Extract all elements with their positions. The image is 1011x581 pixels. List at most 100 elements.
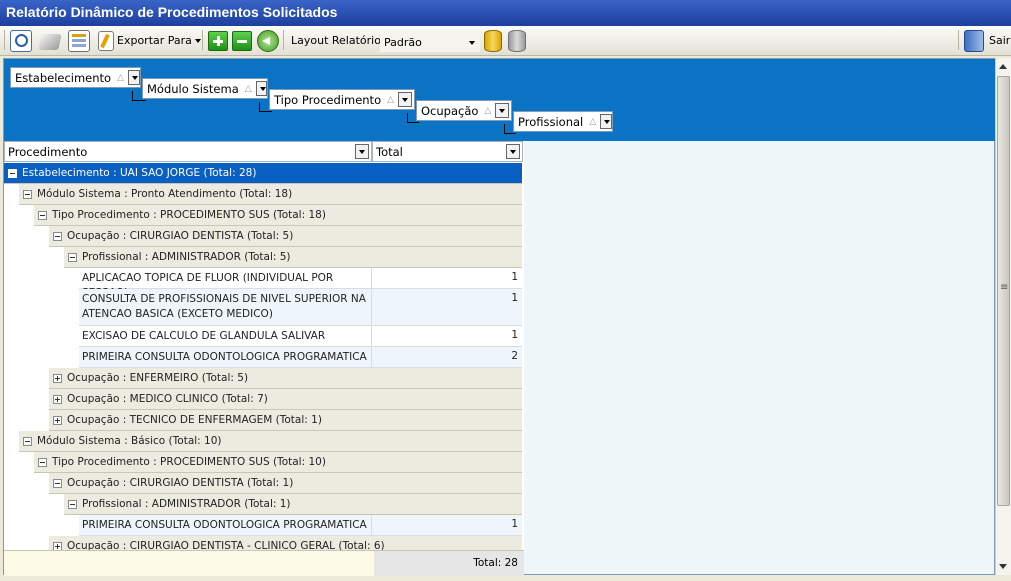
group-row[interactable]: Estabelecimento : UAI SAO JORGE (Total: …	[4, 163, 522, 184]
grand-total: Total: 28	[374, 551, 524, 576]
expand-all-button[interactable]	[208, 29, 228, 52]
expand-icon[interactable]	[53, 373, 62, 383]
group-row[interactable]: Tipo Procedimento : PROCEDIMENTO SUS (To…	[34, 452, 522, 473]
toolbar-separator	[958, 30, 959, 50]
clear-button[interactable]	[38, 29, 62, 52]
collapse-icon[interactable]	[53, 478, 62, 488]
group-row-label: Profissional : ADMINISTRADOR (Total: 5)	[82, 251, 291, 263]
group-chip-ocupacao[interactable]: Ocupação △	[416, 100, 512, 121]
layout-select-value: Padrão	[384, 36, 422, 49]
sort-asc-icon[interactable]: △	[387, 95, 394, 105]
chevron-down-icon	[194, 38, 201, 43]
group-row[interactable]: Ocupação : TECNICO DE ENFERMAGEM (Total:…	[49, 410, 522, 431]
dropdown-button[interactable]	[398, 92, 413, 107]
data-grid: Procedimento Total Estabelecimento : UAI…	[4, 141, 524, 576]
table-row[interactable]: EXCISAO DE CALCULO DE GLANDULA SALIVAR 1	[79, 326, 522, 347]
sort-asc-icon[interactable]: △	[484, 106, 491, 116]
dropdown-button[interactable]	[506, 144, 520, 159]
layout-select[interactable]: Padrão	[380, 31, 480, 54]
scroll-thumb[interactable]	[997, 76, 1010, 506]
exit-button[interactable]: Sair	[964, 29, 1010, 52]
collapse-icon[interactable]	[23, 436, 32, 446]
collapse-all-button[interactable]	[232, 29, 252, 52]
plus-icon	[208, 30, 228, 51]
collapse-icon[interactable]	[68, 499, 77, 509]
expand-icon[interactable]	[53, 394, 62, 404]
table-row[interactable]: APLICACAO TOPICA DE FLUOR (INDIVIDUAL PO…	[79, 268, 522, 299]
group-row-label: Módulo Sistema : Básico (Total: 10)	[37, 435, 222, 447]
vertical-scrollbar[interactable]	[995, 58, 1011, 575]
eraser-icon	[38, 34, 62, 50]
export-button[interactable]: Exportar Para	[98, 29, 201, 52]
scroll-up-icon[interactable]	[999, 64, 1007, 69]
procedure-cell: EXCISAO DE CALCULO DE GLANDULA SALIVAR	[79, 326, 372, 346]
collapse-icon[interactable]	[8, 168, 17, 178]
toolbar-separator	[202, 30, 203, 50]
save-layout-button[interactable]	[484, 29, 502, 52]
database-save-icon	[484, 29, 502, 52]
group-row[interactable]: Profissional : ADMINISTRADOR (Total: 5)	[64, 247, 522, 268]
column-header-total[interactable]: Total	[372, 141, 523, 162]
dropdown-button[interactable]	[128, 70, 140, 85]
exit-door-icon	[964, 29, 984, 52]
delete-layout-button[interactable]	[508, 29, 526, 52]
group-chip-tipo-procedimento[interactable]: Tipo Procedimento △	[269, 89, 415, 110]
expand-icon[interactable]	[53, 415, 62, 425]
table-row[interactable]: PRIMEIRA CONSULTA ODONTOLOGICA PROGRAMAT…	[79, 347, 522, 368]
group-chip-estabelecimento[interactable]: Estabelecimento △	[10, 67, 141, 88]
print-preview-icon	[10, 29, 32, 52]
group-chip-modulo-sistema[interactable]: Módulo Sistema △	[142, 78, 268, 99]
group-row[interactable]: Ocupação : CIRURGIAO DENTISTA (Total: 1)	[49, 473, 522, 494]
group-row[interactable]: Módulo Sistema : Pronto Atendimento (Tot…	[19, 184, 522, 205]
group-row[interactable]: Profissional : ADMINISTRADOR (Total: 1)	[64, 494, 522, 515]
dropdown-button[interactable]	[355, 144, 369, 159]
total-cell: 1	[511, 292, 518, 304]
total-cell: 1	[511, 271, 518, 283]
table-row[interactable]: PRIMEIRA CONSULTA ODONTOLOGICA PROGRAMAT…	[79, 515, 522, 536]
collapse-icon[interactable]	[38, 457, 47, 467]
dropdown-button[interactable]	[255, 81, 267, 96]
dropdown-button[interactable]	[495, 103, 510, 118]
collapse-icon[interactable]	[38, 210, 47, 220]
exit-label: Sair	[989, 34, 1011, 47]
group-row-label: Ocupação : TECNICO DE ENFERMAGEM (Total:…	[67, 414, 322, 426]
collapse-icon[interactable]	[53, 231, 62, 241]
back-button[interactable]	[257, 29, 279, 52]
collapse-icon[interactable]	[23, 189, 32, 199]
group-row[interactable]: Tipo Procedimento : PROCEDIMENTO SUS (To…	[34, 205, 522, 226]
group-row[interactable]: Ocupação : MEDICO CLINICO (Total: 7)	[49, 389, 522, 410]
group-row[interactable]: Ocupação : CIRURGIAO DENTISTA (Total: 5)	[49, 226, 522, 247]
preview-button[interactable]	[10, 29, 32, 52]
export-icon	[98, 30, 114, 51]
total-cell: 1	[511, 329, 518, 341]
group-by-area: Estabelecimento △ Módulo Sistema △ Tipo Pr…	[4, 59, 996, 141]
group-row-label: Módulo Sistema : Pronto Atendimento (Tot…	[37, 188, 293, 200]
sort-asc-icon[interactable]: △	[245, 84, 252, 94]
minus-icon	[232, 30, 252, 51]
sort-asc-icon[interactable]: △	[117, 73, 124, 83]
group-row-label: Ocupação : ENFERMEIRO (Total: 5)	[67, 372, 249, 384]
column-header-procedimento[interactable]: Procedimento	[4, 141, 372, 162]
total-cell: 1	[511, 518, 518, 530]
procedure-cell: PRIMEIRA CONSULTA ODONTOLOGICA PROGRAMAT…	[79, 515, 372, 535]
layout-label: Layout Relatório	[291, 34, 381, 47]
procedure-cell: APLICACAO TOPICA DE FLUOR (INDIVIDUAL PO…	[79, 268, 372, 299]
toolbar-separator	[283, 30, 284, 50]
group-row-label: Ocupação : CIRURGIAO DENTISTA (Total: 1)	[67, 477, 294, 489]
dropdown-button[interactable]	[600, 114, 612, 129]
sort-asc-icon[interactable]: △	[589, 117, 596, 127]
collapse-icon[interactable]	[68, 252, 77, 262]
database-delete-icon	[508, 29, 526, 52]
group-row-label: Ocupação : CIRURGIAO DENTISTA (Total: 5)	[67, 230, 294, 242]
total-cell: 2	[511, 350, 518, 362]
procedure-cell: PRIMEIRA CONSULTA ODONTOLOGICA PROGRAMAT…	[79, 347, 372, 367]
group-row[interactable]: Módulo Sistema : Básico (Total: 10)	[19, 431, 522, 452]
group-row[interactable]: Ocupação : ENFERMEIRO (Total: 5)	[49, 368, 522, 389]
group-row-label: Ocupação : MEDICO CLINICO (Total: 7)	[67, 393, 268, 405]
toolbar: Exportar Para Layout Relatório Padrão Sa…	[0, 26, 1011, 56]
window-title: Relatório Dinâmico de Procedimentos Soli…	[0, 0, 1011, 26]
scroll-down-icon[interactable]	[999, 564, 1007, 569]
group-chip-profissional[interactable]: Profissional △	[513, 111, 613, 132]
edit-layout-button[interactable]	[68, 29, 90, 52]
table-row[interactable]: CONSULTA DE PROFISSIONAIS DE NIVEL SUPER…	[79, 289, 522, 326]
